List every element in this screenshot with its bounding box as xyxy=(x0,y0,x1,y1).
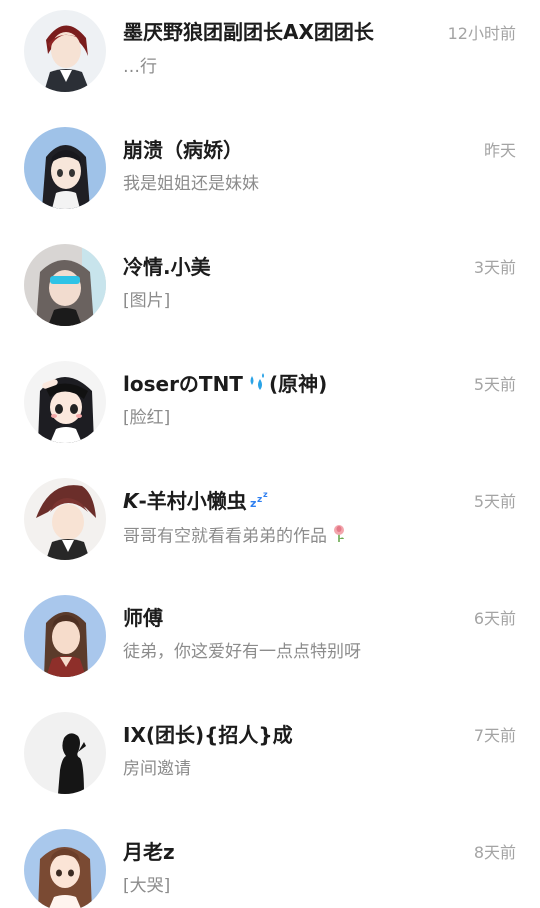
message-preview: [大哭] xyxy=(123,876,171,896)
message-preview: 房间邀请 xyxy=(123,759,191,779)
conversation-item[interactable]: 冷情.小美 [图片] 3天前 xyxy=(0,244,540,361)
contact-name: 师傅 xyxy=(123,606,163,630)
conversation-item[interactable]: IX(团长){招人}成 房间邀请 7天前 xyxy=(0,712,540,829)
avatar[interactable] xyxy=(24,127,106,209)
avatar[interactable] xyxy=(24,10,106,92)
timestamp: 5天前 xyxy=(473,375,516,394)
avatar-image xyxy=(24,361,106,443)
avatar-image xyxy=(24,712,106,794)
avatar[interactable] xyxy=(24,244,106,326)
message-preview: 哥哥有空就看看弟弟的作品 xyxy=(123,523,349,547)
avatar[interactable] xyxy=(24,712,106,794)
contact-name-suffix: (原神) xyxy=(268,372,328,396)
timestamp: 7天前 xyxy=(473,726,516,745)
contact-name: K-羊村小懒虫 z z z xyxy=(123,486,273,516)
timestamp: 12小时前 xyxy=(447,24,516,43)
avatar[interactable] xyxy=(24,361,106,443)
avatar-image xyxy=(24,10,106,92)
message-preview: [脸红] xyxy=(123,408,171,428)
avatar-image xyxy=(24,478,106,560)
message-preview: 我是姐姐还是妹妹 xyxy=(123,174,259,194)
zzz-icon: zzz xyxy=(249,487,273,519)
timestamp: 5天前 xyxy=(473,492,516,511)
contact-name: 崩溃（病娇） xyxy=(123,138,243,162)
svg-text:z: z xyxy=(263,490,268,499)
conversation-item[interactable]: loserのTNT (原神) [脸红] 5天前 xyxy=(0,361,540,478)
contact-name-text: -羊村小懒虫 xyxy=(138,489,247,513)
timestamp: 昨天 xyxy=(483,141,516,160)
avatar[interactable] xyxy=(24,478,106,560)
contact-name: loserのTNT (原神) xyxy=(123,369,327,399)
timestamp: 8天前 xyxy=(473,843,516,862)
contact-name: 墨厌野狼团副团长AX团团长 xyxy=(123,20,374,44)
conversation-item[interactable]: K-羊村小懒虫 z z z 哥哥有空就看看弟弟的作品 5天前 xyxy=(0,478,540,595)
conversation-item[interactable]: 崩溃（病娇） 我是姐姐还是妹妹 昨天 xyxy=(0,127,540,244)
message-preview: 徒弟，你这爱好有一点点特别呀 xyxy=(123,642,361,662)
contact-name-text: loserのTNT xyxy=(123,372,243,396)
timestamp: 6天前 xyxy=(473,609,516,628)
avatar[interactable] xyxy=(24,829,106,908)
contact-name: IX(团长){招人}成 xyxy=(123,723,293,747)
svg-text:z: z xyxy=(257,495,262,505)
wilted-flower-icon xyxy=(329,523,349,550)
avatar-image xyxy=(24,595,106,677)
contact-name: 月老z xyxy=(123,840,175,864)
conversation-item[interactable]: 墨厌野狼团副团长AX团团长 …行 12小时前 xyxy=(0,10,540,127)
message-preview: …行 xyxy=(123,57,157,77)
contact-name-prefix: K xyxy=(123,489,139,513)
svg-text:z: z xyxy=(250,497,256,510)
conversation-item[interactable]: 月老z [大哭] 8天前 xyxy=(0,829,540,908)
conversation-list: 墨厌野狼团副团长AX团团长 …行 12小时前 崩溃（病娇） 我是姐姐还是妹妹 昨… xyxy=(0,0,540,908)
message-preview: [图片] xyxy=(123,291,171,311)
message-preview-text: 哥哥有空就看看弟弟的作品 xyxy=(123,526,327,547)
avatar-image xyxy=(24,127,106,209)
sweat-droplets-icon xyxy=(245,370,269,402)
avatar-image xyxy=(24,244,106,326)
timestamp: 3天前 xyxy=(473,258,516,277)
conversation-item[interactable]: 师傅 徒弟，你这爱好有一点点特别呀 6天前 xyxy=(0,595,540,712)
contact-name: 冷情.小美 xyxy=(123,255,211,279)
avatar[interactable] xyxy=(24,595,106,677)
avatar-image xyxy=(24,829,106,908)
